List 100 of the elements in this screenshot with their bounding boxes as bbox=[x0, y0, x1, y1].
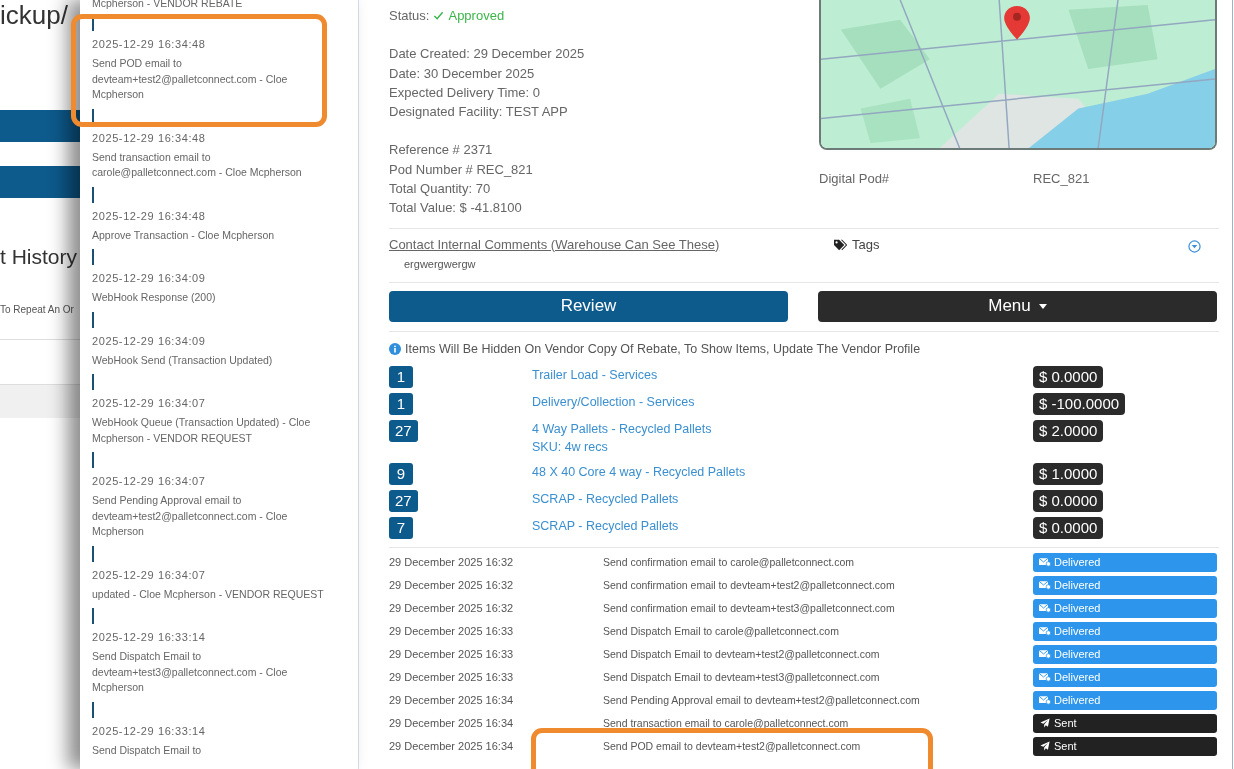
sku-text: SKU: 4w recs bbox=[532, 438, 609, 456]
history-time: 2025-12-29 16:34:07 bbox=[92, 475, 207, 488]
price-tag: $ 2.0000 bbox=[1033, 419, 1104, 442]
envelope-icon bbox=[1039, 672, 1051, 683]
log-message: Send confirmation email to devteam+test2@palletconnect.com bbox=[603, 579, 896, 592]
detail-text: Expected Delivery Time: 0 bbox=[389, 83, 541, 102]
quantity-tag: 27 bbox=[389, 419, 418, 442]
review-button[interactable]: Review bbox=[389, 290, 788, 322]
history-time: 2025-12-29 16:34:07 bbox=[92, 397, 207, 410]
chevron-down-icon[interactable] bbox=[1188, 239, 1201, 253]
status-tag: Delivered bbox=[1033, 575, 1217, 595]
log-date: 29 December 2025 16:32 bbox=[389, 602, 515, 615]
envelope-icon bbox=[1039, 603, 1051, 614]
history-time: 2025-12-29 16:34:48 bbox=[92, 209, 207, 223]
log-message: Send POD email to devteam+test2@palletconnect.com bbox=[603, 740, 862, 753]
timeline-tick bbox=[92, 608, 94, 624]
history-text: Send Dispatch Email to devteam+test3@palletconnect.com - Cloe Mcpherson bbox=[92, 649, 289, 695]
detail-text: Reference # 2371 bbox=[389, 141, 494, 160]
envelope-icon bbox=[1039, 580, 1051, 591]
timeline-tick bbox=[92, 701, 94, 718]
item-link[interactable]: SCRAP - Recycled Pallets bbox=[532, 517, 1033, 534]
log-message: Send confirmation email to carole@palletconnect.com bbox=[603, 556, 856, 569]
quantity-tag: 9 bbox=[389, 462, 413, 485]
timeline-tick bbox=[92, 452, 94, 468]
tags-icon bbox=[833, 238, 847, 251]
price-tag: $ 0.0000 bbox=[1033, 516, 1104, 539]
log-message: Send Pending Approval email to devteam+test2@palletconnect.com bbox=[603, 694, 921, 707]
log-date: 29 December 2025 16:33 bbox=[389, 671, 515, 684]
detail-text: Total Quantity: 70 bbox=[389, 180, 492, 199]
detail-text: Pod Number # REC_821 bbox=[389, 160, 534, 179]
status-tag: Delivered bbox=[1033, 644, 1217, 664]
log-date: 29 December 2025 16:34 bbox=[389, 717, 515, 730]
log-message: Send Dispatch Email to devteam+test3@palletconnect.com bbox=[603, 671, 881, 684]
log-date: 29 December 2025 16:33 bbox=[389, 625, 515, 638]
paper-plane-icon bbox=[1039, 718, 1051, 729]
history-time: 2025-12-29 16:34:09 bbox=[92, 272, 207, 285]
timeline-tick bbox=[92, 311, 94, 328]
price-tag: $ 1.0000 bbox=[1033, 462, 1104, 485]
status-tag: Delivered bbox=[1033, 667, 1217, 687]
history-time: 2025-12-29 16:34:48 bbox=[92, 131, 207, 145]
history-time: 2025-12-29 16:33:14 bbox=[92, 631, 207, 644]
timeline-tick bbox=[92, 249, 94, 265]
history-text: WebHook Send (Transaction Updated) bbox=[92, 352, 274, 368]
history-text: Send Pending Approval email to devteam+test2@palletconnect.com - Cloe Mcpherson bbox=[92, 493, 289, 539]
detail-text: Total Value: $ -41.8100 bbox=[389, 199, 523, 218]
menu-button[interactable]: Menu bbox=[818, 290, 1217, 322]
history-text: WebHook Queue (Transaction Updated) - Cloe Mcpherson - VENDOR REQUEST bbox=[92, 415, 312, 446]
comments-link[interactable]: Contact Internal Comments (Warehouse Can See These) bbox=[389, 234, 720, 254]
status-tag: Delivered bbox=[1033, 690, 1217, 710]
status-tag: Sent bbox=[1033, 736, 1217, 756]
history-text: Send transaction email to carole@palletconnect.com - Cloe Mcpherson bbox=[92, 149, 303, 180]
envelope-icon bbox=[1039, 649, 1051, 660]
paper-plane-icon bbox=[1039, 741, 1051, 752]
quantity-tag: 27 bbox=[389, 489, 418, 512]
status-label: Status: bbox=[389, 7, 430, 25]
price-tag: $ 0.0000 bbox=[1033, 489, 1104, 512]
status-tag: Delivered bbox=[1033, 552, 1217, 572]
history-text: Mcpherson - VENDOR REBATE bbox=[92, 0, 244, 9]
history-text: Send POD email to devteam+test2@palletconnect.com - Cloe Mcpherson bbox=[92, 56, 289, 102]
status-value: Approved bbox=[448, 7, 505, 25]
history-time: 2025-12-29 16:33:14 bbox=[92, 724, 207, 738]
status-tag: Delivered bbox=[1033, 621, 1217, 641]
timeline-tick bbox=[92, 545, 94, 562]
page-title: ickup/ bbox=[0, 0, 69, 30]
timeline-tick bbox=[92, 108, 94, 125]
info-icon bbox=[389, 342, 401, 355]
quantity-tag: 7 bbox=[389, 516, 413, 539]
history-text: updated - Cloe Mcpherson - VENDOR REQUEST bbox=[92, 586, 324, 602]
item-link[interactable]: Trailer Load - Services bbox=[532, 366, 1033, 383]
log-message: Send Dispatch Email to devteam+test2@palletconnect.com bbox=[603, 648, 881, 661]
item-link[interactable]: SCRAP - Recycled Pallets bbox=[532, 490, 1033, 507]
log-date: 29 December 2025 16:33 bbox=[389, 648, 515, 661]
status-tag: Sent bbox=[1033, 713, 1217, 733]
check-icon bbox=[433, 10, 445, 22]
tags-label: Tags bbox=[852, 235, 881, 254]
item-link[interactable]: Delivery/Collection - Services bbox=[532, 393, 1033, 410]
envelope-icon bbox=[1039, 626, 1051, 637]
section-heading: t History bbox=[0, 245, 78, 269]
history-text: Send Dispatch Email to bbox=[92, 742, 203, 758]
price-tag: $ 0.0000 bbox=[1033, 365, 1104, 388]
log-message: Send transaction email to carole@palletconnect.com bbox=[603, 717, 850, 730]
price-tag: $ -100.0000 bbox=[1033, 392, 1126, 415]
field-label: Digital Pod# bbox=[819, 170, 891, 188]
detail-text: Date: 30 December 2025 bbox=[389, 64, 536, 83]
history-time: 2025-12-29 16:34:48 bbox=[92, 38, 207, 51]
item-link[interactable]: 4 Way Pallets - Recycled Pallets bbox=[532, 420, 1033, 437]
log-message: Send Dispatch Email to carole@palletconnect.com bbox=[603, 625, 840, 638]
envelope-icon bbox=[1039, 695, 1051, 706]
history-text: Approve Transaction - Cloe Mcpherson bbox=[92, 227, 276, 243]
log-date: 29 December 2025 16:32 bbox=[389, 579, 515, 592]
log-date: 29 December 2025 16:34 bbox=[389, 694, 515, 707]
item-link[interactable]: 48 X 40 Core 4 way - Recycled Pallets bbox=[532, 463, 1033, 480]
detail-text: Designated Facility: TEST APP bbox=[389, 103, 569, 122]
field-value: REC_821 bbox=[1033, 170, 1091, 188]
hint-text: To Repeat An Or bbox=[0, 303, 75, 317]
log-date: 29 December 2025 16:34 bbox=[389, 740, 515, 753]
notice-text: Items Will Be Hidden On Vendor Copy Of Rebate, To Show Items, Update The Vendor Profile bbox=[405, 340, 921, 358]
envelope-icon bbox=[1039, 557, 1051, 568]
comment-text: ergwergwergw bbox=[404, 256, 477, 271]
history-time: 2025-12-29 16:34:09 bbox=[92, 334, 207, 348]
